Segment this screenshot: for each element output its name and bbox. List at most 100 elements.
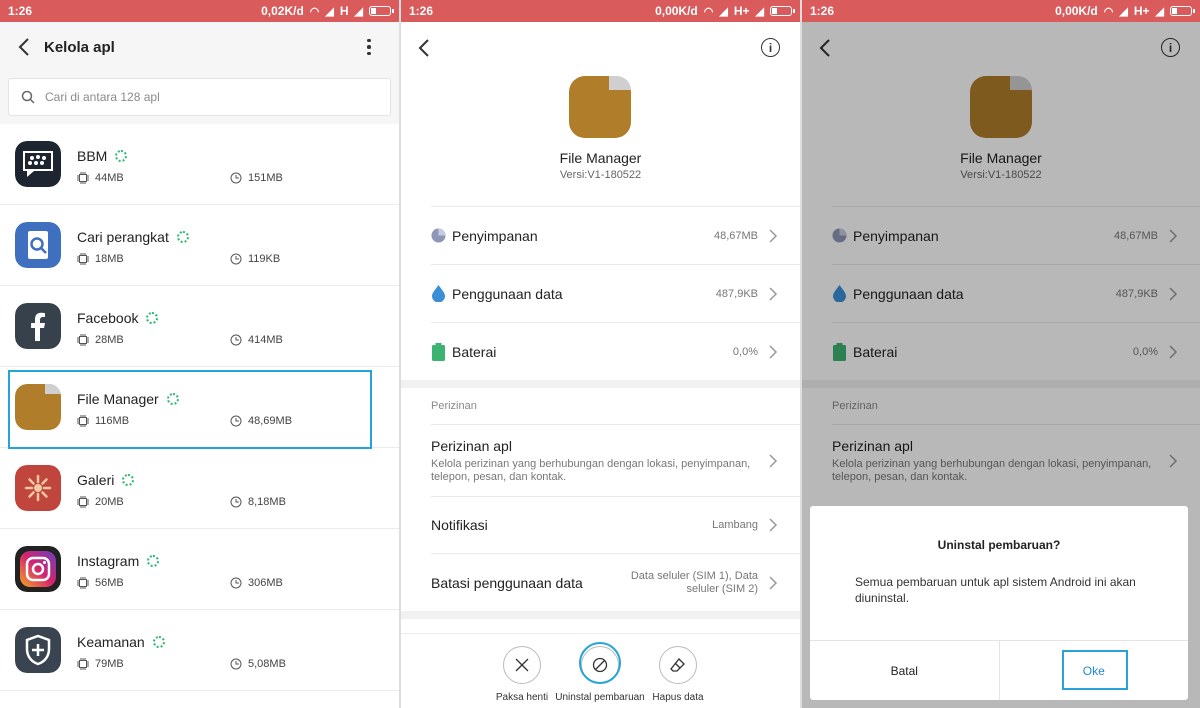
- chevron-right-icon: [769, 344, 778, 359]
- signal-icon: ◢: [1119, 5, 1128, 18]
- clear-data-label: Hapus data: [652, 692, 704, 703]
- data-usage-row[interactable]: Penggunaan data 487,9KB: [431, 264, 800, 322]
- battery-level-icon: [432, 342, 445, 361]
- list-item-instagram[interactable]: Instagram 56MB 306MB: [0, 529, 399, 610]
- app-name: Cari perangkat: [77, 229, 169, 245]
- network-type: H: [339, 4, 349, 18]
- action-bar: Paksa henti Uninstal pembaruan Hapus dat…: [401, 633, 800, 708]
- restrict-data-row[interactable]: Batasi penggunaan data Data seluler (SIM…: [431, 553, 800, 611]
- app-size: 44MB: [95, 172, 124, 184]
- data-size: 119KB: [248, 253, 281, 265]
- wifi-icon: ◠: [309, 5, 320, 18]
- chip-icon: [77, 253, 89, 265]
- loading-icon: [115, 150, 128, 162]
- data-usage-label: Penggunaan data: [452, 285, 563, 302]
- loading-icon: [147, 555, 160, 567]
- section-gap: [401, 611, 800, 619]
- permissions-description: Kelola perizinan yang berhubungan dengan…: [431, 457, 751, 483]
- chevron-right-icon: [769, 228, 778, 243]
- loading-icon: [122, 474, 135, 486]
- gallery-icon: [15, 465, 61, 511]
- net-speed: 0,00K/d: [655, 4, 698, 18]
- notifications-label: Notifikasi: [431, 517, 488, 533]
- chip-icon: [77, 658, 89, 670]
- clear-data-button[interactable]: Hapus data: [633, 646, 723, 703]
- app-size: 28MB: [95, 334, 124, 346]
- search-area: [0, 72, 399, 124]
- chevron-right-icon: [769, 575, 778, 590]
- battery-value: 0,0%: [732, 345, 758, 358]
- network-type: H+: [1133, 4, 1150, 18]
- uninstall-dialog: Uninstal pembaruan? Semua pembaruan untu…: [810, 506, 1188, 700]
- search-input[interactable]: [45, 90, 325, 104]
- folder-icon: [569, 76, 631, 138]
- battery-icon: [369, 6, 394, 16]
- battery-row[interactable]: Baterai 0,0%: [431, 322, 800, 380]
- chevron-right-icon: [769, 453, 778, 468]
- notifications-row[interactable]: Notifikasi Lambang: [431, 496, 800, 553]
- app-size: 56MB: [95, 577, 124, 589]
- storage-value: 48,67MB: [713, 229, 758, 242]
- status-bar: 1:26 0,00K/d ◠ ◢ H+ ◢: [401, 0, 800, 22]
- back-arrow-icon[interactable]: [413, 36, 437, 60]
- loading-icon: [176, 231, 189, 243]
- info-icon[interactable]: i: [761, 38, 780, 57]
- dialog-buttons: Batal Oke: [810, 640, 1188, 700]
- search-icon: [21, 90, 35, 104]
- signal-icon: ◢: [719, 5, 728, 18]
- wifi-icon: ◠: [703, 5, 714, 18]
- eraser-icon: [670, 658, 685, 672]
- force-stop-button[interactable]: Paksa henti: [477, 646, 567, 703]
- list-item-galeri[interactable]: Galeri 20MB 8,18MB: [0, 448, 399, 529]
- data-size: 5,08MB: [248, 658, 286, 670]
- top-bar: Kelola apl: [0, 22, 399, 72]
- dialog-message: Semua pembaruan untuk apl sistem Android…: [855, 575, 1136, 605]
- facebook-icon: [15, 303, 61, 349]
- app-size: 20MB: [95, 496, 124, 508]
- permissions-label: Perizinan apl: [431, 437, 512, 454]
- chip-icon: [77, 172, 89, 184]
- clock-icon: [230, 577, 242, 589]
- app-version: Versi:V1-180522: [559, 169, 642, 181]
- clock-icon: [230, 253, 242, 265]
- app-permissions-row[interactable]: Perizinan apl Kelola perizinan yang berh…: [431, 424, 800, 496]
- bbm-icon: [15, 141, 61, 187]
- uninstall-updates-label: Uninstal pembaruan: [555, 692, 645, 703]
- data-size: 8,18MB: [248, 496, 286, 508]
- back-arrow-icon: [18, 38, 29, 56]
- network-type: H+: [733, 4, 750, 18]
- list-item-keamanan[interactable]: Keamanan 79MB 5,08MB: [0, 610, 399, 691]
- storage-row[interactable]: Penyimpanan 48,67MB: [431, 206, 800, 264]
- list-item-cari-perangkat[interactable]: Cari perangkat 18MB 119KB: [0, 205, 399, 286]
- search-box[interactable]: [8, 78, 391, 116]
- app-size: 79MB: [95, 658, 124, 670]
- data-size: 306MB: [248, 577, 283, 589]
- cancel-button[interactable]: Batal: [810, 641, 999, 700]
- close-icon: [515, 658, 529, 672]
- app-list-screen: 1:26 0,02K/d ◠ ◢ H ◢ Kelola apl BBM 4: [0, 0, 399, 708]
- back-button[interactable]: [4, 27, 44, 67]
- status-time: 1:26: [409, 4, 434, 18]
- status-bar: 1:26 0,02K/d ◠ ◢ H ◢: [0, 0, 399, 22]
- chip-icon: [77, 577, 89, 589]
- chevron-right-icon: [769, 518, 778, 532]
- app-name: Galeri: [77, 472, 115, 488]
- more-options-icon[interactable]: [359, 32, 379, 62]
- status-time: 1:26: [810, 4, 835, 18]
- battery-icon: [770, 6, 795, 16]
- data-size: 414MB: [248, 334, 283, 346]
- data-usage-value: 487,9KB: [715, 287, 758, 300]
- app-detail-screen: 1:26 0,00K/d ◠ ◢ H+ ◢ i File Manager Ver…: [401, 0, 800, 708]
- app-size: 18MB: [95, 253, 124, 265]
- list-item-bbm[interactable]: BBM 44MB 151MB: [0, 124, 399, 205]
- chip-icon: [77, 334, 89, 346]
- signal-icon: ◢: [755, 5, 764, 18]
- signal-icon: ◢: [325, 5, 334, 18]
- wifi-icon: ◠: [1103, 5, 1114, 18]
- signal-icon: ◢: [1155, 5, 1164, 18]
- instagram-icon: [15, 546, 61, 592]
- chip-icon: [77, 496, 89, 508]
- list-item-facebook[interactable]: Facebook 28MB 414MB: [0, 286, 399, 367]
- highlight-ring: [579, 642, 621, 684]
- signal-icon: ◢: [354, 5, 363, 18]
